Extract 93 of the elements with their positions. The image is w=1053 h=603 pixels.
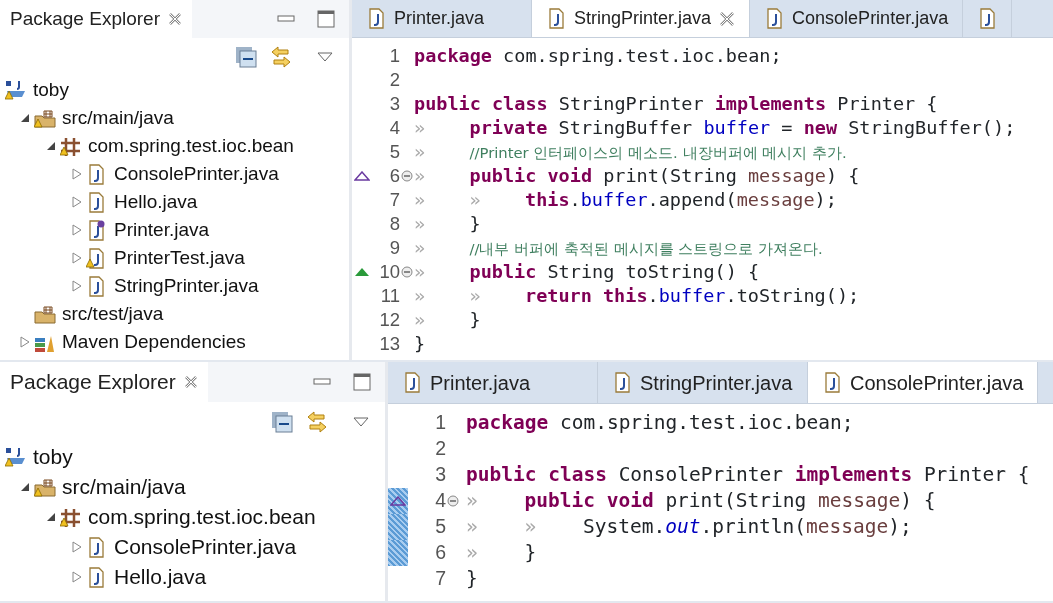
line-number: 4	[388, 116, 400, 141]
line-number: 6	[388, 164, 400, 189]
code-line: » //Printer 인터페이스의 메소드. 내장버퍼에 메시지 추가.	[414, 140, 847, 165]
maximize-icon[interactable]	[353, 373, 371, 391]
editor-tab[interactable]: Printer.java	[352, 0, 532, 37]
code-line: » » System.out.println(message);	[466, 514, 912, 541]
collapsed-arrow-icon[interactable]	[72, 168, 82, 180]
tree-item-label[interactable]: src/main/java	[62, 103, 174, 133]
view-menu-icon[interactable]	[353, 417, 369, 427]
close-icon[interactable]	[167, 12, 182, 26]
tree-item-label[interactable]: Hello.java	[114, 187, 198, 217]
editor-tab[interactable]: ConsolePrinter.java	[750, 0, 964, 37]
code-line: » » this.buffer.append(message);	[414, 188, 837, 213]
line-number: 3	[388, 92, 400, 117]
code-line: » » return this.buffer.toString();	[414, 284, 860, 309]
tree-item-label[interactable]: Printer.java	[114, 215, 210, 245]
expanded-arrow-icon[interactable]	[46, 512, 56, 522]
collapsed-arrow-icon[interactable]	[72, 280, 82, 292]
tree-item-label[interactable]: ConsolePrinter.java	[114, 531, 297, 563]
code-line: » public void print(String message) {	[466, 488, 936, 515]
collapsed-arrow-icon[interactable]	[72, 541, 82, 553]
line-number: 7	[434, 566, 446, 592]
line-number: 2	[388, 68, 400, 93]
fold-icon[interactable]	[401, 266, 413, 278]
tree-item-label[interactable]: StringPrinter.java	[114, 271, 259, 301]
expanded-arrow-icon[interactable]	[46, 141, 56, 151]
code-line: public class StringPrinter implements Printer {	[414, 92, 938, 117]
java-file-icon	[764, 8, 785, 29]
fold-icon[interactable]	[401, 170, 413, 182]
close-icon[interactable]	[719, 10, 736, 27]
line-number: 7	[388, 188, 400, 213]
code-line: » private StringBuffer buffer = new StringBuffer();	[414, 116, 1016, 141]
line-number: 6	[434, 540, 446, 566]
java-file-icon	[977, 8, 998, 29]
editor-tab[interactable]: Printer.java	[388, 362, 598, 403]
collapse-all-icon[interactable]	[235, 46, 257, 68]
expanded-arrow-icon[interactable]	[20, 113, 30, 123]
tree-item-label[interactable]: PrinterTest.java	[114, 243, 245, 273]
tree-item-label[interactable]: src/main/java	[62, 471, 186, 503]
line-number: 1	[388, 44, 400, 69]
line-number: 9	[388, 236, 400, 261]
java-file-icon	[402, 372, 422, 393]
tree-item-label[interactable]: Hello.java	[114, 561, 207, 593]
code-line: package com.spring.test.ioc.bean;	[414, 44, 782, 69]
line-number: 5	[388, 140, 400, 165]
tree-item-label[interactable]: toby	[33, 441, 73, 473]
line-number: 2	[434, 436, 446, 462]
code-line: » }	[414, 212, 481, 237]
code-line: » public void print(String message) {	[414, 164, 860, 189]
collapsed-arrow-icon[interactable]	[72, 571, 82, 583]
code-line: package com.spring.test.ioc.bean;	[466, 410, 854, 437]
link-with-editor-icon[interactable]	[305, 410, 329, 434]
collapse-all-icon[interactable]	[271, 411, 293, 433]
code-line: » }	[466, 540, 537, 567]
java-file-icon	[822, 372, 842, 393]
tree-item-label[interactable]: com.spring.test.ioc.bean	[88, 501, 316, 533]
line-number: 13	[378, 332, 400, 357]
editor-tab[interactable]: ConsolePrinter.java	[808, 362, 1039, 403]
collapsed-arrow-icon[interactable]	[20, 336, 30, 348]
close-icon[interactable]	[183, 375, 198, 389]
maximize-icon[interactable]	[317, 10, 335, 28]
line-number: 5	[434, 514, 446, 540]
editor-tab[interactable]: StringPrinter.java	[532, 0, 751, 37]
java-file-icon	[366, 8, 386, 29]
line-number: 12	[378, 308, 400, 333]
collapsed-arrow-icon[interactable]	[72, 252, 82, 264]
view-menu-icon[interactable]	[317, 52, 333, 62]
code-line: » }	[414, 308, 481, 333]
minimize-icon[interactable]	[313, 378, 331, 386]
tree-item-label[interactable]: ConsolePrinter.java	[114, 159, 279, 189]
java-file-icon	[546, 8, 566, 29]
code-line: }	[414, 332, 426, 357]
tree-item-label[interactable]: com.spring.test.ioc.bean	[88, 131, 294, 161]
tree-item-label[interactable]: toby	[33, 75, 69, 105]
code-line: }	[466, 566, 478, 593]
fold-icon[interactable]	[447, 495, 459, 507]
line-number: 1	[434, 410, 446, 436]
line-number: 4	[434, 488, 446, 514]
line-number: 3	[434, 462, 446, 488]
line-number: 10	[378, 260, 400, 285]
java-file-icon	[612, 372, 632, 393]
code-line: public class ConsolePrinter implements Printer {	[466, 462, 1030, 489]
line-number: 11	[379, 284, 400, 309]
code-line: » public String toString() {	[414, 260, 760, 285]
minimize-icon[interactable]	[277, 15, 295, 23]
collapsed-arrow-icon[interactable]	[72, 224, 82, 236]
tree-item-label[interactable]: Maven Dependencies	[62, 327, 246, 357]
link-with-editor-icon[interactable]	[269, 45, 293, 69]
line-number: 8	[388, 212, 400, 237]
collapsed-arrow-icon[interactable]	[72, 196, 82, 208]
code-line: » //내부 버퍼에 축적된 메시지를 스트링으로 가져온다.	[414, 236, 823, 261]
expanded-arrow-icon[interactable]	[20, 482, 30, 492]
tree-item-label[interactable]: src/test/java	[62, 299, 164, 329]
